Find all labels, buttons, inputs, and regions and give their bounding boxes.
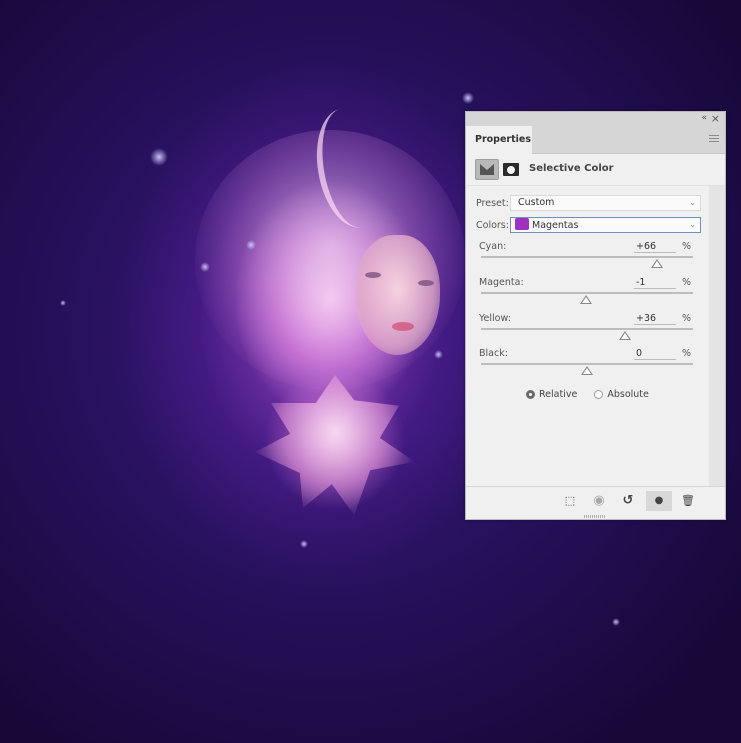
method-radio-group: Relative Absolute	[526, 389, 663, 403]
slider-track[interactable]	[481, 292, 693, 294]
sparkle	[434, 350, 443, 359]
sparkle	[612, 618, 620, 626]
portrait-face	[355, 235, 440, 355]
panel-titlebar[interactable]: « ×	[466, 112, 725, 126]
close-icon[interactable]: ×	[711, 112, 720, 125]
percent-unit: %	[682, 348, 692, 359]
cyan-slider: Cyan: +66 %	[466, 241, 706, 277]
slider-label: Yellow:	[479, 313, 511, 324]
absolute-radio[interactable]: Absolute	[594, 389, 649, 400]
color-swatch	[515, 218, 529, 230]
reset-icon[interactable]: ↺	[615, 491, 641, 511]
slider-track[interactable]	[481, 328, 693, 330]
portrait-eye-right	[418, 280, 434, 286]
percent-unit: %	[682, 241, 692, 252]
slider-track[interactable]	[481, 256, 693, 258]
clip-to-layer-icon[interactable]: ⬚	[557, 491, 583, 511]
portrait-lips	[392, 322, 414, 331]
slider-track[interactable]	[481, 363, 693, 365]
sparkle	[462, 92, 474, 104]
resize-grip[interactable]	[584, 515, 606, 518]
slider-label: Cyan:	[479, 241, 507, 252]
sparkle	[246, 240, 256, 250]
panel-footer: ⬚ ◉ ↺ ● 🗑	[466, 486, 725, 519]
radio-label: Absolute	[607, 389, 649, 400]
slider-label: Black:	[479, 348, 508, 359]
colors-label: Colors:	[476, 220, 509, 231]
chevron-down-icon: ⌄	[689, 220, 696, 229]
preset-value: Custom	[518, 197, 555, 208]
slider-thumb[interactable]	[650, 259, 663, 268]
slider-thumb[interactable]	[619, 331, 632, 340]
magenta-slider: Magenta: -1 %	[466, 277, 706, 313]
chevron-down-icon: ⌄	[689, 198, 696, 207]
visibility-eye-icon[interactable]: ●	[646, 491, 672, 511]
black-value-field[interactable]: 0	[634, 348, 676, 360]
poinsettia-flower	[255, 375, 415, 515]
black-slider: Black: 0 %	[466, 348, 706, 384]
scrollbar[interactable]	[709, 186, 725, 487]
colors-value: Magentas	[532, 220, 579, 231]
colors-dropdown[interactable]: Magentas ⌄	[510, 217, 701, 233]
layer-mask-icon[interactable]	[503, 163, 519, 176]
relative-radio[interactable]: Relative	[526, 389, 577, 400]
sparkle	[200, 262, 210, 272]
view-previous-state-icon[interactable]: ◉	[586, 491, 612, 511]
slider-label: Magenta:	[479, 277, 524, 288]
portrait-eye-left	[365, 272, 381, 278]
collapse-icon[interactable]: «	[701, 113, 706, 123]
percent-unit: %	[682, 277, 692, 288]
magenta-value-field[interactable]: -1	[634, 277, 676, 289]
adjustment-header: Selective Color	[466, 154, 725, 186]
adjustment-title: Selective Color	[529, 163, 614, 174]
panel-body: Preset: Custom ⌄ Colors: Magentas ⌄ Cyan…	[466, 186, 725, 487]
cyan-value-field[interactable]: +66	[634, 241, 676, 253]
panel-menu-icon[interactable]	[709, 135, 719, 144]
tab-properties[interactable]: Properties	[466, 126, 532, 154]
sparkle	[300, 540, 308, 548]
slider-thumb[interactable]	[581, 366, 593, 375]
radio-circle	[526, 390, 535, 399]
radio-label: Relative	[539, 389, 578, 400]
sparkle	[150, 148, 168, 166]
properties-panel: « × Properties Selective Color Preset: C…	[465, 111, 726, 520]
sparkle	[60, 300, 66, 306]
yellow-value-field[interactable]: +36	[634, 313, 676, 325]
delete-trash-icon[interactable]: 🗑	[675, 491, 701, 511]
slider-thumb[interactable]	[579, 295, 592, 304]
preset-label: Preset:	[476, 198, 509, 209]
radio-circle	[594, 390, 604, 399]
preset-dropdown[interactable]: Custom ⌄	[510, 195, 701, 211]
selective-color-adjustment-icon[interactable]	[475, 159, 499, 180]
panel-tab-row: Properties	[466, 126, 725, 154]
percent-unit: %	[682, 313, 692, 324]
yellow-slider: Yellow: +36 %	[466, 313, 706, 349]
